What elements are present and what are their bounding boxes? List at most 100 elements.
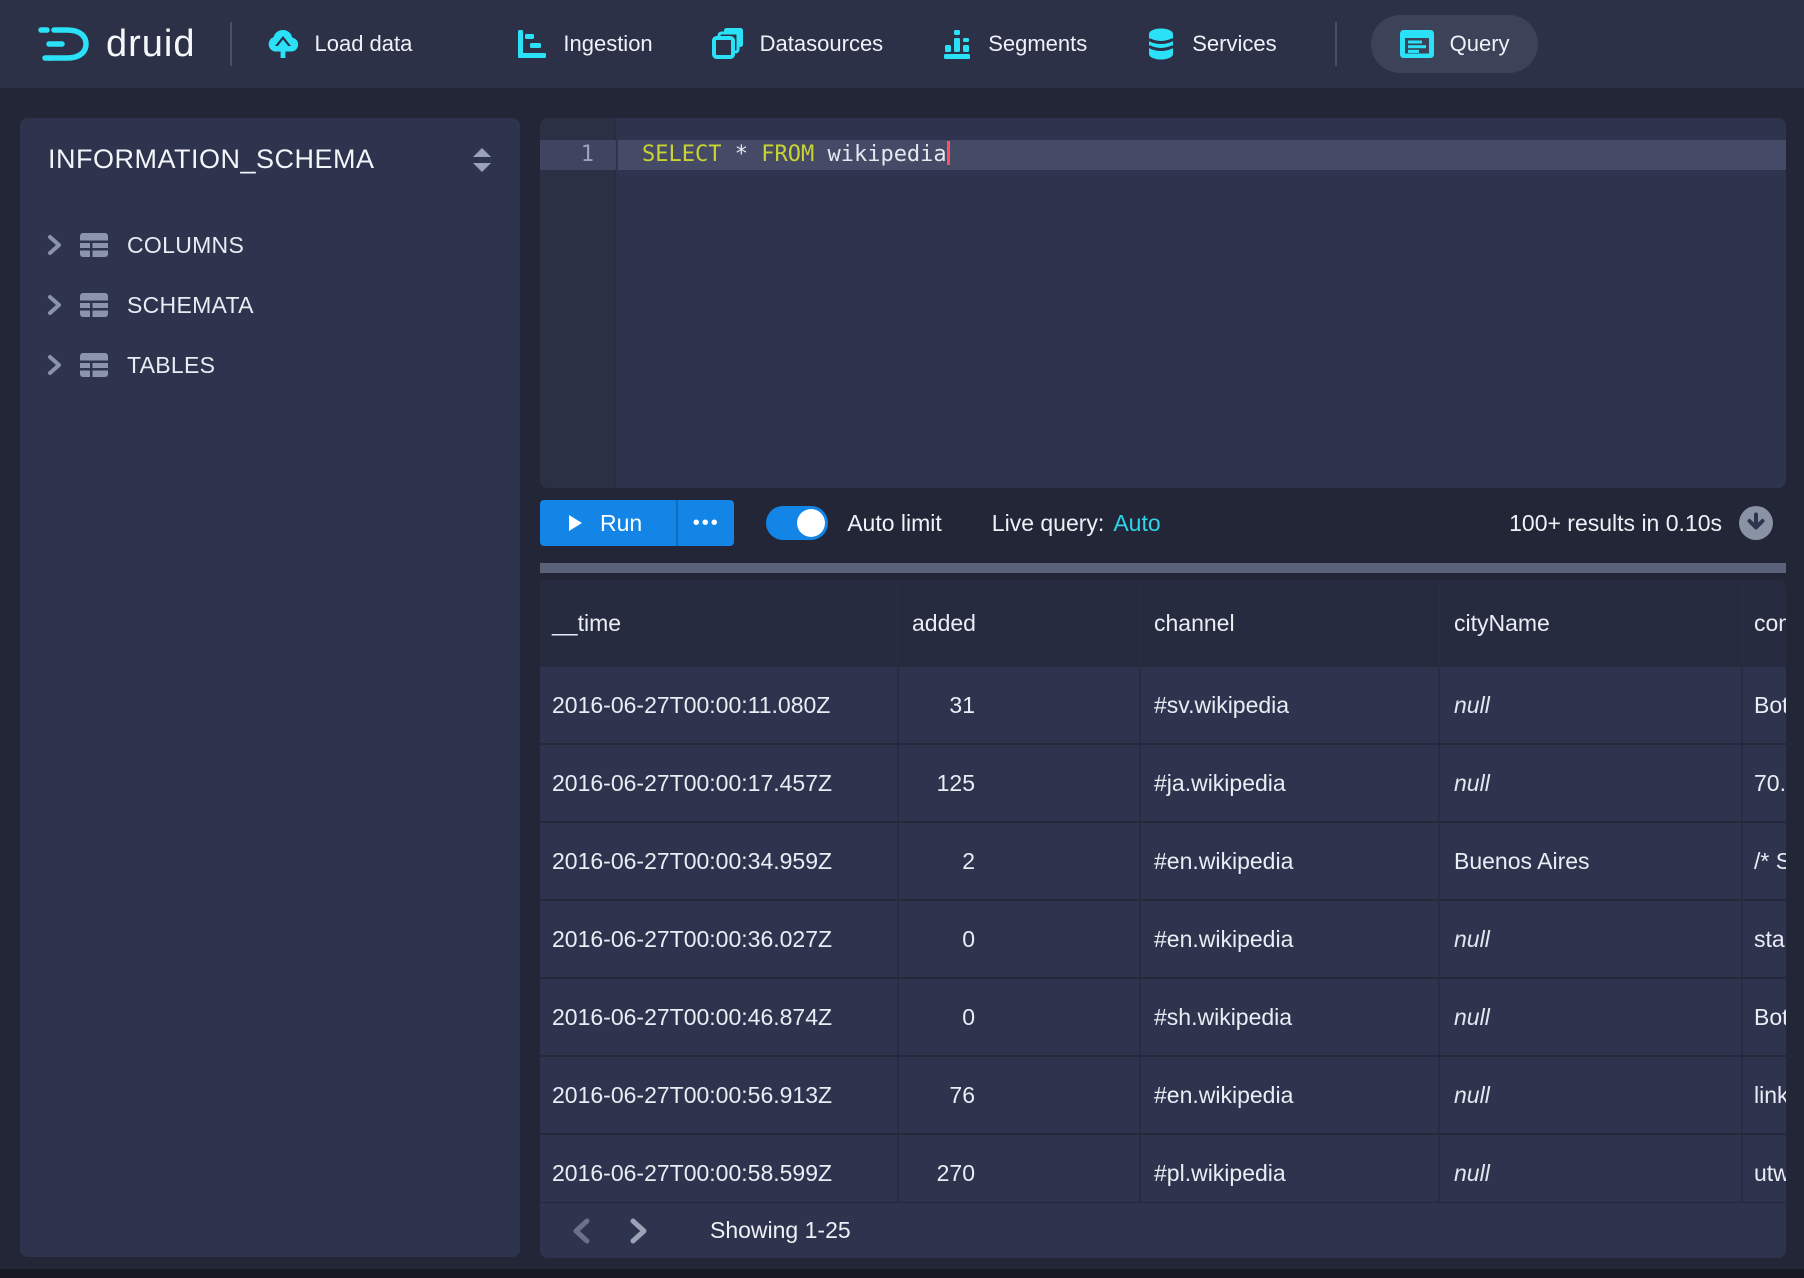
tree-item-schemata[interactable]: SCHEMATA [20,275,520,335]
cell-comment[interactable]: /* S [1741,823,1786,899]
nav-item-query[interactable]: Query [1371,15,1538,73]
gantt-chart-icon [516,28,548,60]
cell-comment[interactable]: sta [1741,901,1786,977]
sql-query-line: SELECT * FROM wikipedia [618,140,950,170]
cell-comment[interactable]: Bot [1741,979,1786,1055]
results-summary: 100+ results in 0.10s [1509,510,1722,537]
text-cursor [947,141,950,165]
sql-keyword: SELECT [642,142,721,167]
results-panel: __time added channel cityName comment 20… [540,580,1786,1258]
table-icon [78,351,110,379]
chevron-right-icon[interactable] [47,294,62,316]
table-row: 2016-06-27T00:00:36.027Z 0 #en.wikipedia… [540,901,1786,979]
nav-item-services[interactable]: Services [1145,27,1276,61]
cell-time[interactable]: 2016-06-27T00:00:11.080Z [540,667,897,743]
sql-text: wikipedia [814,142,946,167]
auto-limit-toggle[interactable] [766,506,828,540]
table-row: 2016-06-27T00:00:17.457Z 125 #ja.wikiped… [540,745,1786,823]
nav-item-label: Datasources [760,31,884,57]
cell-comment[interactable]: 70. [1741,745,1786,821]
cell-added[interactable]: 125 [897,745,1139,821]
column-header-time[interactable]: __time [540,580,897,667]
bar-chart-icon [941,28,973,60]
panel-resize-handle[interactable] [540,563,1786,573]
live-query-label: Live query: [992,510,1105,537]
auto-limit-label[interactable]: Auto limit [847,510,942,537]
toggle-knob [797,509,825,537]
sql-editor[interactable]: SELECT * FROM wikipedia [618,118,1786,488]
double-caret-icon[interactable] [470,145,494,175]
cell-cityname[interactable]: Buenos Aires [1438,823,1741,899]
cell-added[interactable]: 0 [897,979,1139,1055]
cell-added[interactable]: 270 [897,1135,1139,1211]
bottom-edge [0,1269,1804,1278]
database-icon [1145,27,1177,61]
nav-item-load-data[interactable]: Load data [266,28,413,60]
schema-title: INFORMATION_SCHEMA [48,144,375,175]
cell-added[interactable]: 31 [897,667,1139,743]
cell-comment[interactable]: Bot [1741,667,1786,743]
cell-cityname[interactable]: null [1438,1057,1741,1133]
table-row: 2016-06-27T00:00:46.874Z 0 #sh.wikipedia… [540,979,1786,1057]
druid-logo-icon [34,21,92,67]
cell-cityname[interactable]: null [1438,1135,1741,1211]
chevron-right-icon[interactable] [47,234,62,256]
table-icon [78,231,110,259]
live-query-value[interactable]: Auto [1113,510,1160,537]
tree-item-tables[interactable]: TABLES [20,335,520,395]
nav-item-datasources[interactable]: Datasources [711,27,884,61]
cell-channel[interactable]: #sv.wikipedia [1139,667,1438,743]
cell-cityname[interactable]: null [1438,901,1741,977]
column-header-comment[interactable]: comment [1741,580,1786,667]
cell-added[interactable]: 2 [897,823,1139,899]
next-page-button[interactable] [628,1217,650,1245]
cell-added[interactable]: 76 [897,1057,1139,1133]
druid-logo[interactable]: druid [34,21,196,67]
cell-time[interactable]: 2016-06-27T00:00:58.599Z [540,1135,897,1211]
table-row: 2016-06-27T00:00:34.959Z 2 #en.wikipedia… [540,823,1786,901]
cell-channel[interactable]: #sh.wikipedia [1139,979,1438,1055]
run-button-label: Run [600,510,642,537]
table-row: 2016-06-27T00:00:11.080Z 31 #sv.wikipedi… [540,667,1786,745]
pagination-bar: Showing 1-25 [540,1202,1786,1258]
cell-comment[interactable]: utw [1741,1135,1786,1211]
query-toolbar: Run ••• Auto limit Live query: Auto 100+… [540,500,1786,546]
cell-time[interactable]: 2016-06-27T00:00:46.874Z [540,979,897,1055]
cell-channel[interactable]: #en.wikipedia [1139,1057,1438,1133]
cell-time[interactable]: 2016-06-27T00:00:34.959Z [540,823,897,899]
cell-channel[interactable]: #en.wikipedia [1139,823,1438,899]
cell-cityname[interactable]: null [1438,979,1741,1055]
cell-cityname[interactable]: null [1438,745,1741,821]
run-button[interactable]: Run [540,500,676,546]
cell-channel[interactable]: #en.wikipedia [1139,901,1438,977]
results-header-row: __time added channel cityName comment [540,580,1786,667]
tree-item-columns[interactable]: COLUMNS [20,215,520,275]
cell-channel[interactable]: #ja.wikipedia [1139,745,1438,821]
nav-item-label: Ingestion [563,31,652,57]
sql-editor-panel: 1 SELECT * FROM wikipedia [540,118,1786,488]
cell-added[interactable]: 0 [897,901,1139,977]
nav-item-ingestion[interactable]: Ingestion [516,28,652,60]
column-header-channel[interactable]: channel [1139,580,1438,667]
cell-channel[interactable]: #pl.wikipedia [1139,1135,1438,1211]
top-navbar: druid Load data Ingestion [0,0,1804,88]
previous-page-button[interactable] [570,1217,592,1245]
nav-item-segments[interactable]: Segments [941,28,1087,60]
column-header-added[interactable]: added [897,580,1139,667]
nav-item-label: Query [1450,31,1510,57]
download-button[interactable] [1738,505,1774,541]
nav-item-label: Load data [315,31,413,57]
sql-keyword: FROM [761,142,814,167]
chevron-right-icon[interactable] [47,354,62,376]
run-more-button[interactable]: ••• [676,500,734,546]
cell-time[interactable]: 2016-06-27T00:00:36.027Z [540,901,897,977]
editor-gutter [540,118,616,488]
column-header-cityname[interactable]: cityName [1438,580,1741,667]
cell-time[interactable]: 2016-06-27T00:00:56.913Z [540,1057,897,1133]
cell-time[interactable]: 2016-06-27T00:00:17.457Z [540,745,897,821]
schema-tree: COLUMNS SCHEMATA [20,215,520,395]
schema-selector[interactable]: INFORMATION_SCHEMA [20,118,520,175]
cell-cityname[interactable]: null [1438,667,1741,743]
chevron-left-icon [570,1217,592,1245]
cell-comment[interactable]: link [1741,1057,1786,1133]
